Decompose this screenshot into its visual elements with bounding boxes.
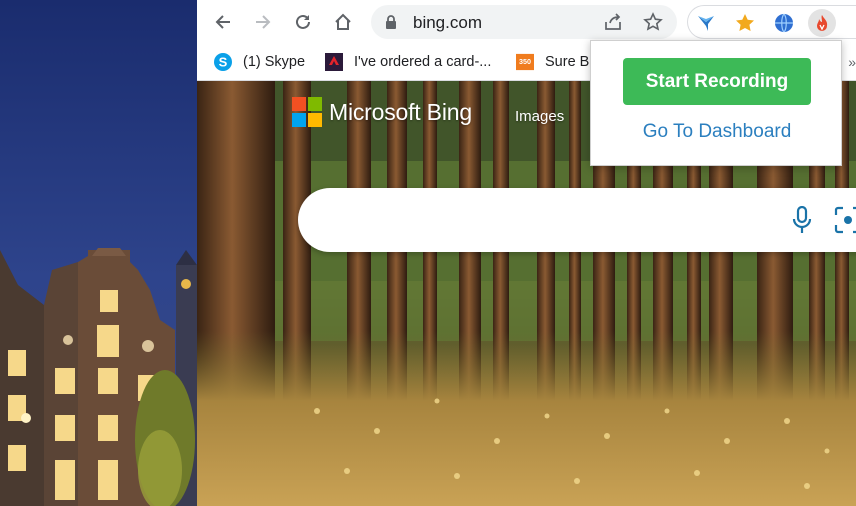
bookmarks-overflow-icon[interactable]: »: [848, 54, 856, 70]
desktop-wallpaper: [0, 0, 197, 506]
back-button[interactable]: [209, 8, 237, 36]
bookmark-skype[interactable]: S (1) Skype: [214, 52, 305, 72]
reload-button[interactable]: [289, 8, 317, 36]
address-bar[interactable]: bing.com: [371, 5, 677, 39]
start-recording-button[interactable]: Start Recording: [623, 58, 811, 105]
url-text: bing.com: [413, 13, 482, 32]
amsterdam-canal-houses-image: [0, 0, 197, 506]
reload-icon: [296, 14, 310, 29]
forward-button[interactable]: [249, 8, 277, 36]
globe-extension-icon: [775, 13, 793, 33]
bookmark-label: I've ordered a card-...: [354, 54, 492, 70]
bookmark-card-order[interactable]: I've ordered a card-...: [325, 52, 491, 72]
forward-arrow-icon: [256, 15, 271, 29]
star-extension-button[interactable]: [731, 9, 759, 37]
bing-wordmark: Microsoft Bing: [329, 98, 472, 125]
bookmark-star-icon[interactable]: [643, 12, 663, 32]
svg-text:S: S: [219, 55, 228, 70]
share-icon[interactable]: [603, 13, 623, 31]
home-button[interactable]: [329, 8, 357, 36]
browser-toolbar: bing.com: [197, 0, 856, 44]
recorder-extension-popup: Start Recording Go To Dashboard: [590, 40, 842, 166]
back-arrow-icon: [215, 15, 230, 29]
bing-logo[interactable]: Microsoft Bing: [292, 97, 472, 127]
search-input[interactable]: [298, 188, 856, 252]
bank-icon: [325, 53, 343, 71]
visual-search-icon: [834, 206, 856, 234]
svg-text:350: 350: [519, 57, 531, 66]
microsoft-logo-icon: [292, 97, 322, 127]
recorder-extension-button[interactable]: [808, 9, 836, 37]
extensions-area: [687, 5, 856, 39]
site-350-icon: 350: [516, 53, 534, 71]
globe-extension-button[interactable]: [770, 9, 798, 37]
nav-images-link[interactable]: Images: [515, 108, 564, 125]
bookmark-sure-bet[interactable]: 350 Sure Be: [516, 52, 597, 72]
bookmark-label: (1) Skype: [243, 54, 306, 70]
lightning-bolt-extension-icon: [698, 16, 714, 31]
home-icon: [335, 13, 351, 30]
star-extension-icon: [736, 14, 754, 31]
go-to-dashboard-link[interactable]: Go To Dashboard: [591, 121, 843, 143]
recorder-extension-icon: [817, 15, 828, 31]
microphone-icon: [792, 206, 812, 233]
lock-icon: [386, 15, 396, 29]
skype-icon: S: [214, 53, 232, 71]
lightning-extension-button[interactable]: [692, 9, 720, 37]
